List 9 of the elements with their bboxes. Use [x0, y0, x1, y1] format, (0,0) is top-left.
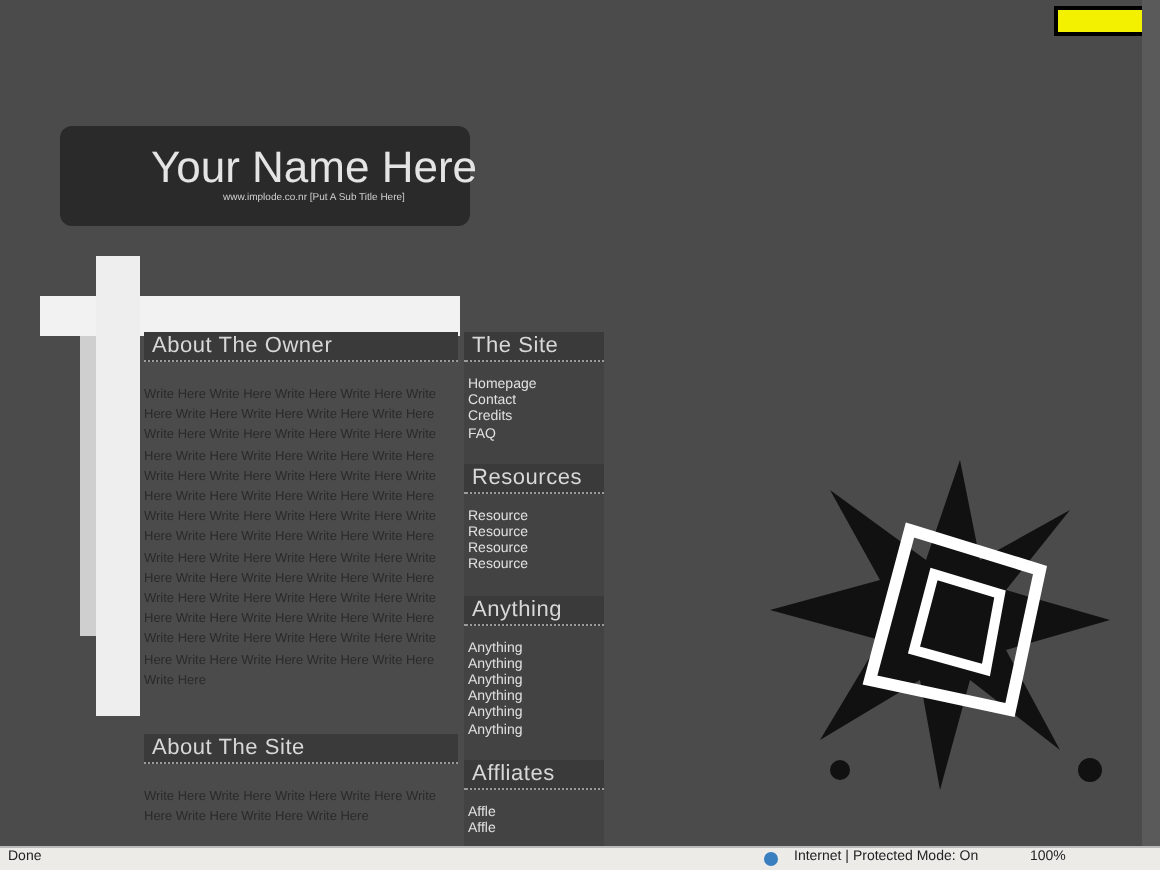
section-heading: About The Owner — [144, 332, 458, 362]
section-heading: About The Site — [144, 734, 458, 764]
site-title: Your Name Here — [150, 144, 478, 192]
globe-icon — [764, 852, 778, 866]
section-heading: Affliates — [464, 759, 604, 790]
scrollbar[interactable] — [1142, 0, 1160, 846]
section-heading: The Site — [464, 332, 604, 362]
section-heading: Anything — [464, 595, 604, 626]
section-heading: Resources — [464, 463, 604, 494]
